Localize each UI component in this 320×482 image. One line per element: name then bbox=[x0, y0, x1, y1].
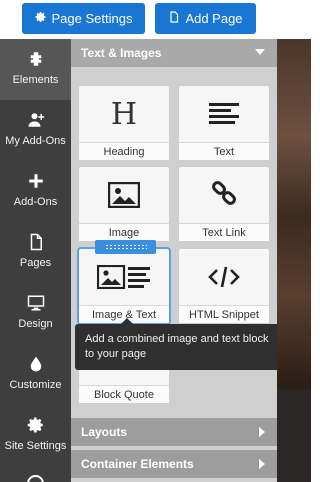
sidebar-item-label: Design bbox=[18, 318, 53, 330]
sidebar-item-label: My Add-Ons bbox=[5, 135, 66, 147]
section-text-images-header[interactable]: Text & Images bbox=[71, 39, 277, 67]
background-photo bbox=[277, 39, 311, 482]
tile-label: Text bbox=[179, 142, 269, 160]
tile-label: Text Link bbox=[179, 223, 269, 241]
elements-panel: Text & Images H Heading Text Image Text … bbox=[71, 39, 277, 482]
code-icon bbox=[179, 249, 269, 305]
chevron-right-icon bbox=[259, 427, 265, 437]
section-container-elements-header[interactable]: Container Elements bbox=[71, 450, 277, 478]
sidebar-item-site-settings[interactable]: Site Settings bbox=[0, 405, 71, 466]
add-page-label: Add Page bbox=[185, 11, 243, 26]
chevron-right-icon bbox=[259, 459, 265, 469]
add-page-button[interactable]: Add Page bbox=[155, 3, 256, 34]
section-title: Text & Images bbox=[81, 46, 162, 60]
image-text-icon bbox=[79, 249, 169, 305]
sidebar-item-elements[interactable]: Elements bbox=[0, 39, 71, 100]
user-plus-icon bbox=[25, 109, 47, 131]
element-tile-heading[interactable]: H Heading bbox=[79, 86, 169, 160]
element-tile-text-link[interactable]: Text Link bbox=[179, 167, 269, 241]
page-settings-label: Page Settings bbox=[51, 11, 133, 26]
heading-icon: H bbox=[110, 96, 138, 132]
sidebar-item-customize[interactable]: Customize bbox=[0, 344, 71, 405]
section-title: Layouts bbox=[81, 425, 128, 439]
element-tile-html-snippet[interactable]: HTML Snippet bbox=[179, 249, 269, 323]
tile-label: Heading bbox=[79, 142, 169, 160]
plus-icon bbox=[25, 170, 47, 192]
image-icon bbox=[79, 167, 169, 223]
sidebar: Elements My Add-Ons Add-Ons Pages Design… bbox=[0, 39, 71, 482]
sidebar-item-design[interactable]: Design bbox=[0, 283, 71, 344]
page-icon bbox=[25, 231, 47, 253]
tooltip: Add a combined image and text block to y… bbox=[75, 318, 288, 370]
element-tile-image[interactable]: Image bbox=[79, 167, 169, 241]
top-toolbar: Page Settings Add Page bbox=[0, 0, 311, 39]
chevron-down-icon bbox=[255, 49, 265, 55]
link-icon bbox=[179, 167, 269, 223]
page-settings-button[interactable]: Page Settings bbox=[22, 3, 145, 34]
element-tile-text[interactable]: Text bbox=[179, 86, 269, 160]
sidebar-item-label: Add-Ons bbox=[13, 196, 58, 208]
help-icon[interactable] bbox=[27, 475, 44, 482]
section-title: Container Elements bbox=[81, 457, 194, 471]
tile-label: Image bbox=[79, 223, 169, 241]
text-lines-icon bbox=[179, 86, 269, 142]
sidebar-item-label: Pages bbox=[19, 257, 52, 269]
drag-handle[interactable] bbox=[95, 240, 156, 254]
sidebar-item-my-add-ons[interactable]: My Add-Ons bbox=[0, 100, 71, 161]
element-tile-image-text[interactable]: Image & Text bbox=[77, 247, 171, 325]
tile-label: HTML Snippet bbox=[179, 305, 269, 323]
sidebar-item-pages[interactable]: Pages bbox=[0, 222, 71, 283]
droplet-icon bbox=[25, 353, 47, 375]
page-icon bbox=[168, 11, 180, 26]
gear-icon bbox=[35, 11, 47, 26]
sidebar-item-label: Site Settings bbox=[4, 440, 67, 452]
sidebar-item-label: Customize bbox=[9, 379, 62, 391]
puzzle-icon bbox=[25, 48, 47, 70]
sidebar-item-label: Elements bbox=[12, 74, 59, 86]
tile-label: Block Quote bbox=[79, 385, 169, 403]
gear-icon bbox=[25, 414, 47, 436]
section-layouts-header[interactable]: Layouts bbox=[71, 418, 277, 446]
sidebar-item-add-ons[interactable]: Add-Ons bbox=[0, 161, 71, 222]
monitor-icon bbox=[25, 292, 47, 314]
